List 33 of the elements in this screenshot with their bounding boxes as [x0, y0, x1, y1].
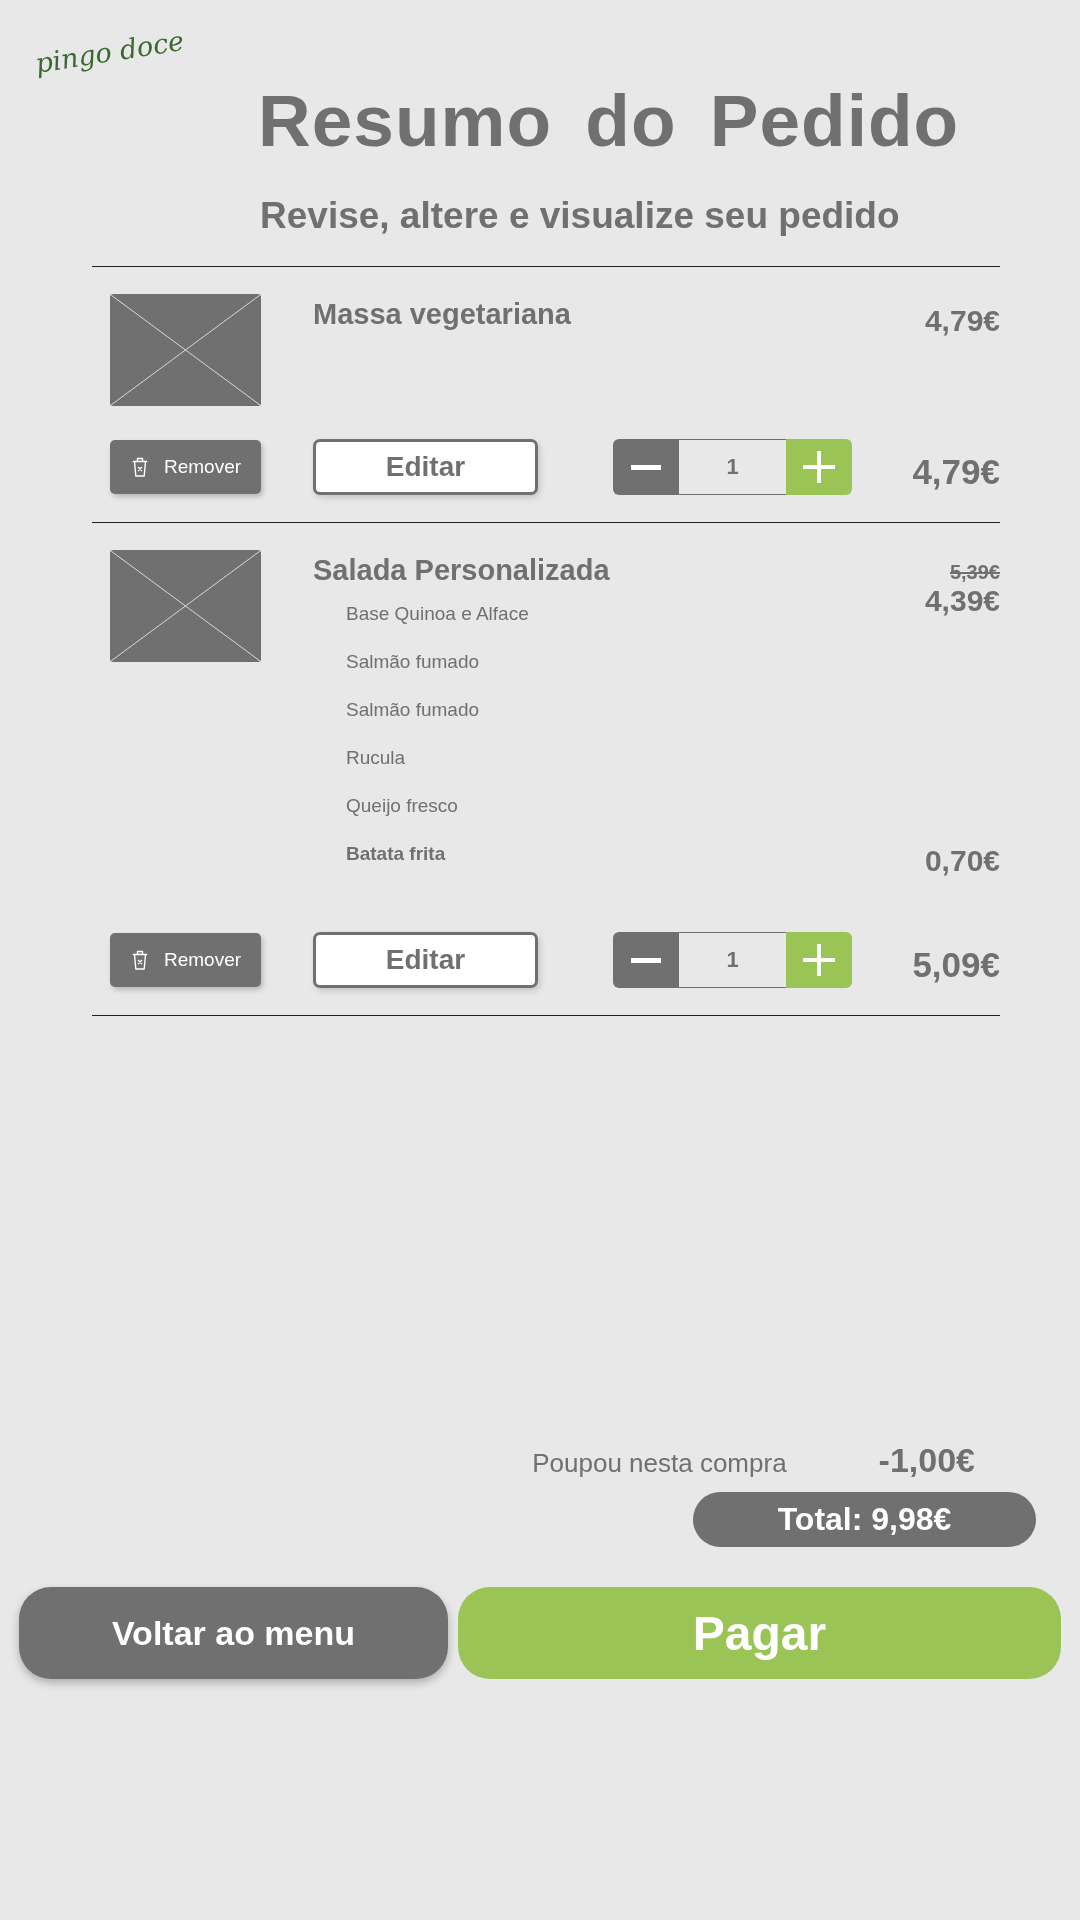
plus-icon: [803, 451, 835, 483]
line-total: 5,09€: [912, 944, 1000, 985]
ingredient-text: Salmão fumado: [346, 650, 480, 674]
product-name: Massa vegetariana: [313, 297, 571, 332]
plus-icon: [803, 944, 835, 976]
ingredient-text: Batata frita: [346, 842, 446, 866]
edit-button[interactable]: Editar: [313, 932, 538, 988]
extra-price: 0,70€: [924, 844, 1000, 878]
ingredient-text: Rucula: [346, 746, 406, 770]
page-title: Resumo do Pedido: [258, 83, 960, 159]
ingredient-text: Base Quinoa e Alface: [346, 602, 529, 626]
decrease-button[interactable]: [613, 439, 679, 495]
page-subtitle: Revise, altere e visualize seu pedido: [260, 196, 900, 236]
remove-button[interactable]: Remover: [110, 933, 261, 987]
ingredient-text: Salmão fumado: [346, 698, 480, 722]
back-button[interactable]: Voltar ao menu: [19, 1587, 448, 1679]
edit-button[interactable]: Editar: [313, 439, 538, 495]
savings-amount: -1,00€: [878, 1441, 975, 1480]
remove-button[interactable]: Remover: [110, 440, 261, 494]
savings-label: Poupou nesta compra: [532, 1448, 787, 1479]
trash-icon: [132, 457, 148, 477]
minus-icon: [631, 957, 661, 963]
brand-logo: pingo doce: [33, 24, 187, 80]
product-price: 4,39€: [924, 584, 1000, 618]
order-total: Total: 9,98€: [693, 1492, 1036, 1547]
decrease-button[interactable]: [613, 932, 679, 988]
line-total: 4,79€: [912, 451, 1000, 492]
ingredient-text: Queijo fresco: [346, 794, 458, 818]
trash-icon: [132, 950, 148, 970]
minus-icon: [631, 464, 661, 470]
original-price: 5,39€: [949, 560, 1000, 584]
product-price: 4,79€: [924, 304, 1000, 338]
product-name: Salada Personalizada: [313, 553, 610, 588]
